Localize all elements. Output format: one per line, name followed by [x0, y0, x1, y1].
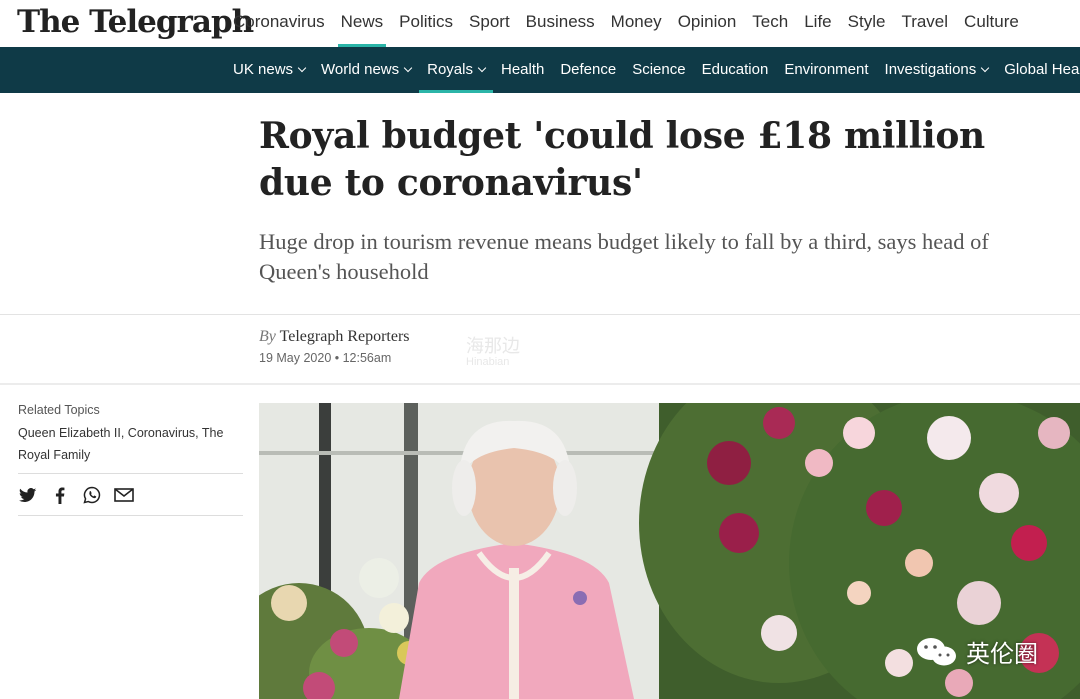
twitter-icon[interactable]: [18, 485, 38, 505]
divider: [18, 515, 243, 516]
divider: [0, 314, 1080, 315]
nav-news[interactable]: News: [333, 0, 392, 47]
nav-travel[interactable]: Travel: [893, 0, 956, 47]
subnav-environment[interactable]: Environment: [776, 47, 876, 93]
article-standfirst: Huge drop in tourism revenue means budge…: [259, 229, 989, 284]
chevron-down-icon: [981, 63, 990, 73]
divider: [0, 383, 1080, 385]
subnav-education[interactable]: Education: [694, 47, 777, 93]
byline-author[interactable]: Telegraph Reporters: [280, 328, 410, 345]
facebook-icon[interactable]: [50, 485, 70, 505]
chevron-down-icon: [477, 63, 487, 73]
publish-date: 19 May 2020 • 12:56am: [259, 351, 392, 365]
whatsapp-icon[interactable]: [82, 485, 102, 505]
divider: [18, 473, 243, 474]
nav-politics[interactable]: Politics: [391, 0, 461, 47]
related-topics-links[interactable]: Queen Elizabeth II, Coronavirus, The Roy…: [18, 422, 238, 466]
primary-nav: Coronavirus News Politics Sport Business…: [225, 0, 1027, 47]
subnav-investigations[interactable]: Investigations: [877, 47, 997, 93]
chevron-down-icon: [297, 63, 307, 73]
chevron-down-icon: [403, 63, 413, 73]
nav-style[interactable]: Style: [840, 0, 894, 47]
nav-life[interactable]: Life: [796, 0, 839, 47]
nav-sport[interactable]: Sport: [461, 0, 518, 47]
article-headline: Royal budget 'could lose £18 million due…: [259, 115, 985, 204]
secondary-nav: UK news World news Royals Health Defence…: [0, 47, 1080, 93]
nav-coronavirus[interactable]: Coronavirus: [225, 0, 333, 47]
site-logo[interactable]: The Telegraph: [17, 4, 254, 40]
subnav-science[interactable]: Science: [624, 47, 693, 93]
watermark-badge-text: 英伦圈: [966, 641, 1038, 668]
subnav-royals[interactable]: Royals: [419, 47, 493, 93]
byline: By Telegraph Reporters: [259, 328, 410, 346]
subnav-world-news[interactable]: World news: [313, 47, 419, 93]
email-icon[interactable]: [114, 485, 134, 505]
byline-prefix: By: [259, 328, 276, 345]
subnav-health[interactable]: Health: [493, 47, 552, 93]
nav-tech[interactable]: Tech: [744, 0, 796, 47]
subnav-global-health[interactable]: Global Health: [996, 47, 1080, 93]
top-bar: The Telegraph Coronavirus News Politics …: [0, 0, 1080, 47]
nav-opinion[interactable]: Opinion: [670, 0, 745, 47]
share-bar: [18, 485, 134, 505]
subnav-defence[interactable]: Defence: [552, 47, 624, 93]
nav-money[interactable]: Money: [603, 0, 670, 47]
nav-culture[interactable]: Culture: [956, 0, 1027, 47]
wechat-icon: [917, 637, 956, 665]
subnav-uk-news[interactable]: UK news: [225, 47, 313, 93]
nav-business[interactable]: Business: [518, 0, 603, 47]
watermark-overlay: 海那边 Hinabian: [466, 336, 520, 368]
watermark-badge: 英伦圈: [916, 634, 1038, 669]
related-topics-label: Related Topics: [18, 403, 100, 417]
